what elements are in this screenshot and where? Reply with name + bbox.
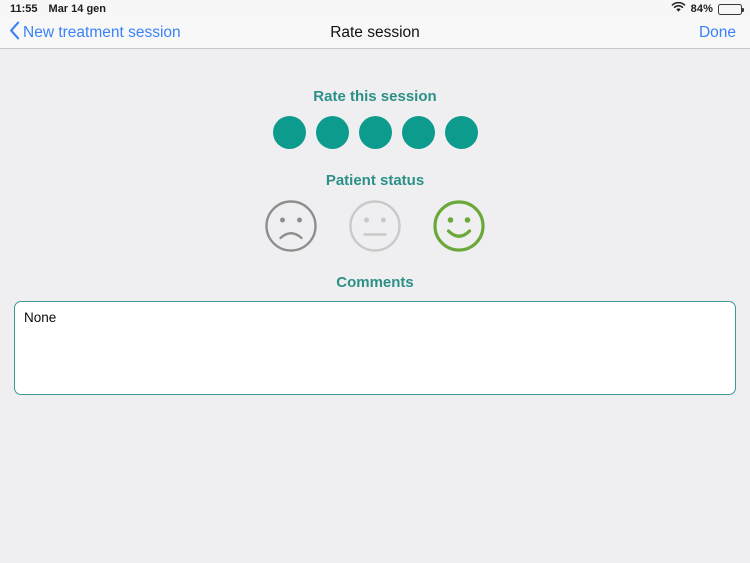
patient-status-group xyxy=(263,198,487,254)
rating-section-title: Rate this session xyxy=(313,88,437,105)
status-bar-date: Mar 14 gen xyxy=(48,3,106,15)
neutral-face-icon[interactable] xyxy=(347,198,403,254)
content-area: Rate this session Patient status Comment… xyxy=(0,49,750,563)
comments-section-title: Comments xyxy=(336,274,414,291)
comments-input[interactable] xyxy=(14,301,736,395)
back-button[interactable]: New treatment session xyxy=(0,21,181,45)
sad-face-icon[interactable] xyxy=(263,198,319,254)
status-bar-right: 84% xyxy=(671,1,744,16)
battery-percent-label: 84% xyxy=(690,3,713,15)
rating-dot-3[interactable] xyxy=(358,116,392,149)
wifi-icon xyxy=(671,1,686,16)
chevron-left-icon xyxy=(9,21,20,45)
bottom-white-fill xyxy=(0,389,750,563)
rating-dot-5[interactable] xyxy=(444,116,478,149)
patient-status-section-title: Patient status xyxy=(325,172,425,189)
navigation-bar: New treatment session Rate session Done xyxy=(0,18,750,49)
happy-face-icon[interactable] xyxy=(431,198,487,254)
status-bar: 11:55 Mar 14 gen 84% xyxy=(0,0,750,18)
status-bar-time: 11:55 xyxy=(10,3,38,15)
back-button-label: New treatment session xyxy=(23,24,181,41)
rating-dot-2[interactable] xyxy=(315,116,349,149)
rating-dots-group xyxy=(272,116,478,149)
status-bar-left: 11:55 Mar 14 gen xyxy=(10,3,106,15)
rating-dot-1[interactable] xyxy=(272,116,306,149)
done-button[interactable]: Done xyxy=(699,24,750,42)
app-screen: 11:55 Mar 14 gen 84% New treatment sessi… xyxy=(0,0,750,563)
battery-icon xyxy=(718,3,744,15)
rating-dot-4[interactable] xyxy=(401,116,435,149)
